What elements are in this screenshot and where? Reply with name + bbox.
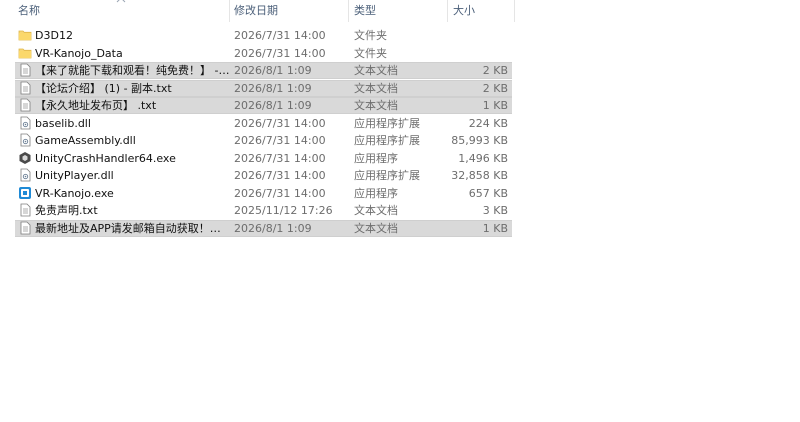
column-divider[interactable] bbox=[229, 0, 230, 22]
dll-file-icon bbox=[18, 168, 32, 182]
file-type: 应用程序扩展 bbox=[354, 169, 420, 182]
column-header-name[interactable]: 名称 bbox=[18, 0, 40, 22]
file-type: 文本文档 bbox=[354, 81, 398, 95]
text-file-icon bbox=[18, 98, 32, 112]
file-type: 文本文档 bbox=[354, 221, 398, 235]
file-name: baselib.dll bbox=[35, 116, 91, 130]
file-date: 2026/8/1 1:09 bbox=[234, 99, 312, 112]
file-size: 657 KB bbox=[468, 186, 508, 200]
file-name: UnityPlayer.dll bbox=[35, 169, 114, 182]
folder-icon bbox=[18, 28, 32, 42]
file-row[interactable]: VR-Kanojo_Data 2026/7/31 14:00 文件夹 bbox=[15, 45, 512, 62]
file-name: 【来了就能下载和观看！纯免费！】 - 副... bbox=[35, 64, 231, 77]
file-name: 最新地址及APP请发邮箱自动获取！！！... bbox=[35, 221, 231, 235]
column-divider[interactable] bbox=[514, 0, 515, 22]
file-row[interactable]: D3D12 2026/7/31 14:00 文件夹 bbox=[15, 27, 512, 44]
column-divider[interactable] bbox=[348, 0, 349, 22]
file-size: 2 KB bbox=[482, 81, 508, 95]
file-row[interactable]: UnityCrashHandler64.exe 2026/7/31 14:00 … bbox=[15, 150, 512, 167]
file-type: 文件夹 bbox=[354, 29, 387, 42]
app-exe-icon bbox=[18, 186, 32, 200]
file-date: 2026/8/1 1:09 bbox=[234, 64, 312, 77]
file-row[interactable]: baselib.dll 2026/7/31 14:00 应用程序扩展 224 K… bbox=[15, 115, 512, 132]
column-header-date[interactable]: 修改日期 bbox=[234, 0, 278, 22]
file-size: 1 KB bbox=[482, 221, 508, 235]
file-name: 免责声明.txt bbox=[35, 204, 98, 217]
file-date: 2025/11/12 17:26 bbox=[234, 204, 333, 217]
file-date: 2026/7/31 14:00 bbox=[234, 134, 326, 147]
file-type: 文本文档 bbox=[354, 64, 398, 77]
text-file-icon bbox=[18, 63, 32, 77]
file-size: 3 KB bbox=[482, 204, 508, 217]
file-name: D3D12 bbox=[35, 29, 73, 42]
file-name: VR-Kanojo_Data bbox=[35, 46, 123, 60]
text-file-icon bbox=[18, 221, 32, 235]
file-name: 【论坛介绍】 (1) - 副本.txt bbox=[35, 81, 172, 95]
file-row[interactable]: 【永久地址发布页】 .txt 2026/8/1 1:09 文本文档 1 KB bbox=[15, 97, 512, 114]
file-row[interactable]: GameAssembly.dll 2026/7/31 14:00 应用程序扩展 … bbox=[15, 132, 512, 149]
text-file-icon bbox=[18, 203, 32, 217]
file-name: GameAssembly.dll bbox=[35, 134, 136, 147]
file-row[interactable]: UnityPlayer.dll 2026/7/31 14:00 应用程序扩展 3… bbox=[15, 167, 512, 184]
file-date: 2026/7/31 14:00 bbox=[234, 151, 326, 165]
column-header-size[interactable]: 大小 bbox=[453, 0, 475, 22]
file-type: 应用程序扩展 bbox=[354, 134, 420, 147]
file-type: 文本文档 bbox=[354, 204, 398, 217]
file-name: UnityCrashHandler64.exe bbox=[35, 151, 176, 165]
file-date: 2026/7/31 14:00 bbox=[234, 29, 326, 42]
dll-file-icon bbox=[18, 116, 32, 130]
file-date: 2026/7/31 14:00 bbox=[234, 116, 326, 130]
file-size: 224 KB bbox=[468, 116, 508, 130]
file-type: 应用程序 bbox=[354, 151, 398, 165]
file-row[interactable]: 免责声明.txt 2025/11/12 17:26 文本文档 3 KB bbox=[15, 202, 512, 219]
dll-file-icon bbox=[18, 133, 32, 147]
file-name: 【永久地址发布页】 .txt bbox=[35, 99, 157, 112]
file-type: 文件夹 bbox=[354, 46, 387, 60]
file-date: 2026/7/31 14:00 bbox=[234, 186, 326, 200]
file-type: 应用程序扩展 bbox=[354, 116, 420, 130]
file-row[interactable]: 【论坛介绍】 (1) - 副本.txt 2026/8/1 1:09 文本文档 2… bbox=[15, 79, 512, 97]
unity-exe-icon bbox=[18, 151, 32, 165]
file-size: 32,858 KB bbox=[451, 169, 508, 182]
folder-icon bbox=[18, 46, 32, 60]
file-size: 1 KB bbox=[482, 99, 508, 112]
file-date: 2026/7/31 14:00 bbox=[234, 169, 326, 182]
column-header-bar: 名称 修改日期 类型 大小 bbox=[0, 0, 800, 22]
sort-ascending-icon bbox=[116, 0, 126, 3]
file-type: 文本文档 bbox=[354, 99, 398, 112]
file-date: 2026/8/1 1:09 bbox=[234, 221, 312, 235]
column-header-type[interactable]: 类型 bbox=[354, 0, 376, 22]
file-row[interactable]: VR-Kanojo.exe 2026/7/31 14:00 应用程序 657 K… bbox=[15, 185, 512, 202]
file-size: 85,993 KB bbox=[451, 134, 508, 147]
file-date: 2026/7/31 14:00 bbox=[234, 46, 326, 60]
file-size: 1,496 KB bbox=[458, 151, 508, 165]
file-row[interactable]: 【来了就能下载和观看！纯免费！】 - 副... 2026/8/1 1:09 文本… bbox=[15, 62, 512, 79]
text-file-icon bbox=[18, 81, 32, 95]
file-date: 2026/8/1 1:09 bbox=[234, 81, 312, 95]
column-divider[interactable] bbox=[447, 0, 448, 22]
file-type: 应用程序 bbox=[354, 186, 398, 200]
file-size: 2 KB bbox=[482, 64, 508, 77]
file-name: VR-Kanojo.exe bbox=[35, 186, 114, 200]
file-row[interactable]: 最新地址及APP请发邮箱自动获取！！！... 2026/8/1 1:09 文本文… bbox=[15, 219, 512, 237]
